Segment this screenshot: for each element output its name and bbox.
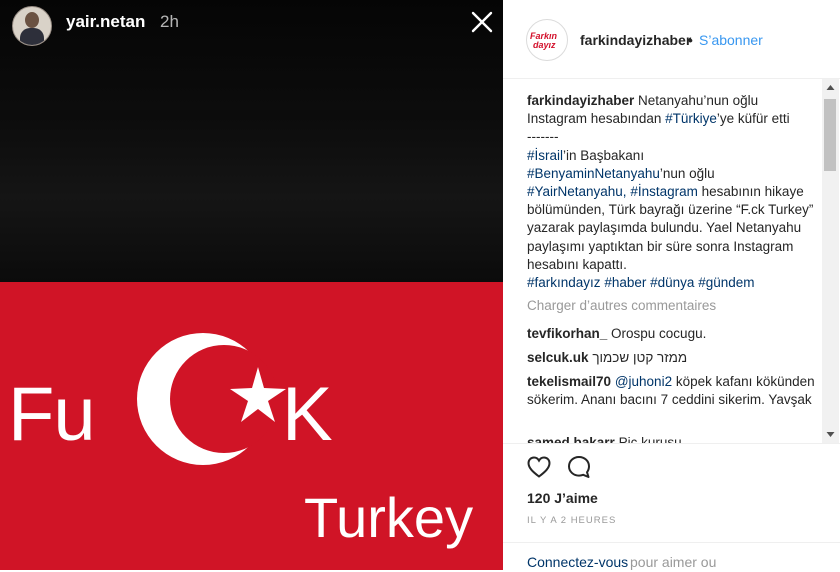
hashtag-link[interactable]: #Türkiye [665, 111, 717, 126]
caption-text: ’nun oğlu [659, 165, 715, 181]
header-separator: • [688, 32, 693, 48]
login-link[interactable]: Connectez-vous [527, 554, 628, 570]
account-username[interactable]: farkindayizhaber [580, 32, 691, 48]
flag-text-turkey: Turkey [304, 486, 474, 549]
post-panel: Farkın dayız farkindayizhaber • S’abonne… [503, 0, 840, 570]
comment-username[interactable]: samed.bakarr [527, 435, 615, 443]
account-avatar[interactable]: Farkın dayız [526, 19, 568, 61]
hashtag-link[interactable]: #İsrail [527, 148, 563, 163]
caption-text: ’in Başbakanı [563, 147, 645, 163]
comment-item: tevfikorhan_ Orospu cocugu. [527, 325, 817, 343]
caption-text: ’ye küfür etti [716, 111, 790, 127]
login-prompt-text: pour aimer ou [630, 554, 717, 570]
story-time: 2h [160, 12, 179, 31]
mention-link[interactable]: @juhoni2 [615, 374, 672, 389]
hashtag-link[interactable]: #farkındayız [527, 275, 601, 290]
story-header: yair.netan 2h [0, 0, 503, 46]
comment-bubble-icon[interactable] [566, 454, 592, 480]
comment-username[interactable]: tevfikorhan_ [527, 326, 607, 341]
comment-text: Orospu cocugu. [607, 326, 707, 341]
post-caption: farkindayizhaber Netanyahu’nun oğlu Inst… [527, 92, 815, 292]
crescent-and-star-icon [137, 333, 286, 465]
hashtag-link[interactable]: #dünya [650, 275, 694, 290]
hashtag-link[interactable]: #gündem [698, 275, 754, 290]
comment-username[interactable]: selcuk.uk [527, 350, 589, 365]
post-actions: 120 J’aime IL Y A 2 HEURES Connectez-vou… [503, 443, 840, 571]
comment-item: selcuk.uk ממזר קטן שכמוך [527, 349, 817, 367]
login-bar: Connectez-vous pour aimer ou [503, 542, 840, 572]
comment-item: tekelismail70 @juhoni2 köpek kafanı kökü… [527, 373, 817, 409]
hashtag-link[interactable]: #YairNetanyahu, [527, 184, 627, 199]
story-avatar[interactable] [12, 6, 52, 46]
hashtag-link[interactable]: #BenyaminNetanyahu [527, 166, 660, 181]
scroll-thumb[interactable] [824, 99, 836, 171]
story-media: Fu K Turkey yair.netan 2h [0, 0, 503, 570]
hashtag-link[interactable]: #haber [604, 275, 646, 290]
comments-area[interactable]: farkindayizhaber Netanyahu’nun oğlu Inst… [503, 79, 821, 443]
caption-username[interactable]: farkindayizhaber [527, 93, 634, 108]
logo-text-2: dayız [533, 40, 556, 50]
scroll-up-arrow-icon[interactable] [822, 79, 839, 96]
story-username[interactable]: yair.netan [66, 12, 145, 32]
close-icon[interactable] [470, 10, 494, 34]
post-header: Farkın dayız farkindayizhaber • S’abonne… [503, 0, 840, 79]
post-timestamp: IL Y A 2 HEURES [527, 515, 617, 526]
comment-item: samed.bakarr Piç kurusu [527, 434, 817, 443]
flag-text-k: K [282, 372, 333, 457]
heart-icon[interactable] [526, 454, 552, 480]
follow-button[interactable]: S’abonner [699, 32, 763, 48]
load-more-comments-button[interactable]: Charger d’autres commentaires [527, 298, 716, 313]
comment-username[interactable]: tekelismail70 [527, 374, 611, 389]
comment-text: ממזר קטן שכמוך [588, 350, 688, 365]
comments-scrollbar[interactable] [822, 79, 839, 443]
comment-text: Piç kurusu [614, 435, 682, 443]
hashtag-link[interactable]: #İnstagram [630, 184, 698, 199]
scroll-down-arrow-icon[interactable] [822, 426, 839, 443]
caption-dashes: ------- [527, 129, 559, 145]
likes-count[interactable]: 120 J’aime [527, 490, 598, 506]
flag-text-fu: Fu [8, 372, 96, 457]
